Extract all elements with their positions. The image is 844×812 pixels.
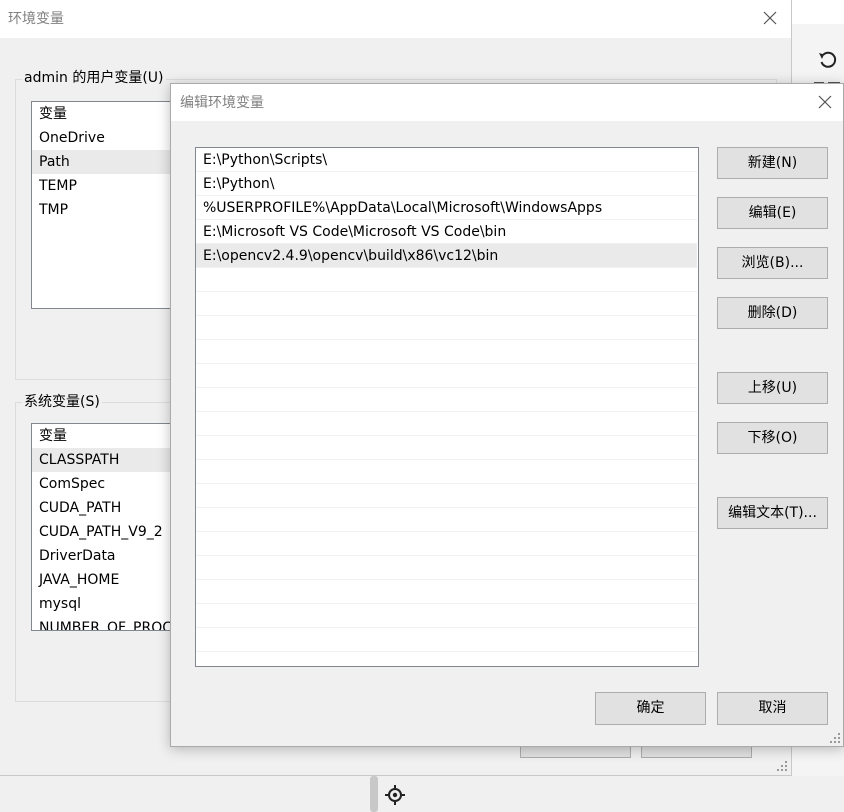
list-item[interactable]: ComSpec [32, 472, 190, 496]
crosshair-icon[interactable] [384, 784, 406, 806]
list-item[interactable]: Path [32, 150, 190, 174]
system-variables-label: 系统变量(S) [22, 393, 102, 411]
path-item[interactable]: E:\Python\ [196, 172, 697, 196]
path-list[interactable]: E:\Python\Scripts\ E:\Python\ %USERPROFI… [195, 147, 699, 667]
column-header-variable[interactable]: 变量 [32, 424, 190, 448]
empty-row[interactable] [196, 316, 697, 340]
empty-row[interactable] [196, 268, 697, 292]
empty-row[interactable] [196, 484, 697, 508]
empty-row[interactable] [196, 388, 697, 412]
move-down-button[interactable]: 下移(O) [717, 422, 828, 454]
new-button[interactable]: 新建(N) [717, 147, 828, 179]
undo-icon[interactable] [814, 46, 842, 74]
list-item[interactable]: OneDrive [32, 126, 190, 150]
list-item[interactable]: TEMP [32, 174, 190, 198]
empty-row[interactable] [196, 508, 697, 532]
list-item[interactable]: TMP [32, 198, 190, 222]
cancel-button[interactable]: 取消 [717, 692, 828, 725]
empty-row[interactable] [196, 364, 697, 388]
dialog-titlebar: 环境变量 [0, 0, 791, 38]
close-icon[interactable] [756, 4, 784, 32]
list-item[interactable]: mysql [32, 592, 190, 616]
dialog-titlebar: 编辑环境变量 [171, 84, 843, 121]
empty-row[interactable] [196, 436, 697, 460]
resize-grip-icon[interactable] [829, 732, 841, 744]
empty-row[interactable] [196, 460, 697, 484]
empty-row[interactable] [196, 292, 697, 316]
empty-row[interactable] [196, 340, 697, 364]
empty-row[interactable] [196, 556, 697, 580]
empty-row[interactable] [196, 628, 697, 652]
user-variables-list[interactable]: 变量 OneDrive Path TEMP TMP [31, 101, 191, 309]
empty-row[interactable] [196, 580, 697, 604]
empty-row[interactable] [196, 604, 697, 628]
list-item[interactable]: DriverData [32, 544, 190, 568]
list-item[interactable]: CUDA_PATH [32, 496, 190, 520]
list-item[interactable]: NUMBER_OF_PROCESSORS [32, 616, 190, 630]
delete-button[interactable]: 删除(D) [717, 297, 828, 329]
path-item[interactable]: E:\Microsoft VS Code\Microsoft VS Code\b… [196, 220, 697, 244]
list-item[interactable]: CLASSPATH [32, 448, 190, 472]
system-variables-list[interactable]: 变量 CLASSPATH ComSpec CUDA_PATH CUDA_PATH… [31, 423, 191, 631]
edit-environment-variable-dialog: 编辑环境变量 E:\Python\Scripts\ E:\Python\ %US… [170, 83, 844, 747]
dialog-title: 编辑环境变量 [180, 95, 264, 111]
empty-row[interactable] [196, 412, 697, 436]
column-header-variable[interactable]: 变量 [32, 102, 190, 126]
browse-button[interactable]: 浏览(B)... [717, 247, 828, 279]
list-item[interactable]: JAVA_HOME [32, 568, 190, 592]
path-item[interactable]: E:\Python\Scripts\ [196, 148, 697, 172]
background-app-top [792, 0, 844, 24]
bottom-area [0, 776, 844, 812]
move-up-button[interactable]: 上移(U) [717, 372, 828, 404]
edit-text-button[interactable]: 编辑文本(T)... [717, 497, 828, 529]
empty-row[interactable] [196, 532, 697, 556]
ok-button[interactable]: 确定 [595, 692, 706, 725]
desktop: 环境变量 admin 的用户变量(U) 变量 OneDrive Path TEM… [0, 0, 844, 812]
close-icon[interactable] [811, 88, 839, 116]
list-item[interactable]: CUDA_PATH_V9_2 [32, 520, 190, 544]
path-item[interactable]: %USERPROFILE%\AppData\Local\Microsoft\Wi… [196, 196, 697, 220]
dialog-title: 环境变量 [8, 11, 64, 27]
background-scrollbar[interactable] [370, 776, 378, 812]
edit-button[interactable]: 编辑(E) [717, 197, 828, 229]
path-item-selected[interactable]: E:\opencv2.4.9\opencv\build\x86\vc12\bin [196, 244, 697, 268]
resize-grip-icon[interactable] [776, 760, 788, 772]
user-variables-label: admin 的用户变量(U) [22, 69, 166, 87]
